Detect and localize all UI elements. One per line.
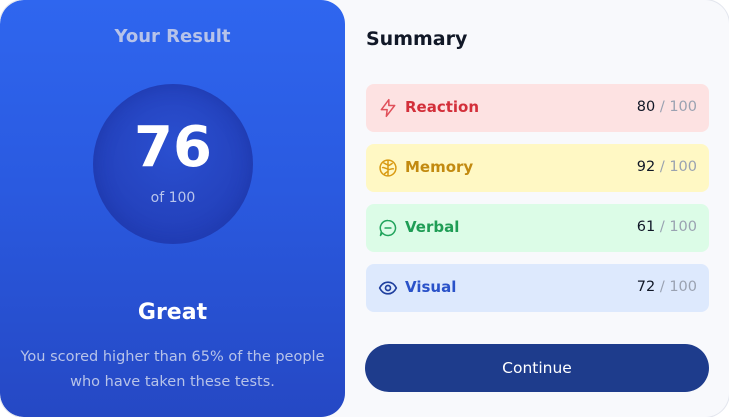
score-value: 76 bbox=[134, 115, 212, 180]
summary-item-score: 92 / 100 bbox=[637, 159, 697, 175]
rating-label: Great bbox=[137, 300, 208, 325]
lightning-icon bbox=[378, 98, 398, 118]
summary-item-verbal: Verbal 61 / 100 bbox=[366, 204, 709, 252]
summary-item-score: 80 / 100 bbox=[637, 99, 697, 115]
score-value: 72 bbox=[636, 279, 656, 295]
score-value: 80 bbox=[636, 99, 656, 115]
score-circle: 76 of 100 bbox=[93, 84, 253, 244]
results-card: Your Result 76 of 100 Great You scored h… bbox=[0, 0, 729, 417]
rating-description: You scored higher than 65% of the people… bbox=[20, 349, 325, 390]
summary-item-memory: Memory 92 / 100 bbox=[366, 144, 709, 192]
eye-icon bbox=[378, 278, 398, 298]
result-panel: Your Result 76 of 100 Great You scored h… bbox=[0, 0, 345, 417]
score-value: 92 bbox=[636, 159, 656, 175]
summary-item-score: 61 / 100 bbox=[637, 219, 697, 235]
summary-item-label: Memory bbox=[405, 158, 474, 176]
score-max: / 100 bbox=[659, 279, 697, 295]
summary-item-score: 72 / 100 bbox=[637, 279, 697, 295]
score-value: 61 bbox=[636, 219, 656, 235]
summary-item-label: Visual bbox=[405, 278, 457, 296]
summary-title: Summary bbox=[366, 28, 468, 50]
summary-item-reaction: Reaction 80 / 100 bbox=[366, 84, 709, 132]
brain-icon bbox=[378, 158, 398, 178]
score-max: / 100 bbox=[659, 99, 697, 115]
summary-item-label: Reaction bbox=[405, 98, 480, 116]
score-max: / 100 bbox=[659, 159, 697, 175]
score-max-label: of 100 bbox=[150, 190, 196, 206]
summary-item-label: Verbal bbox=[405, 218, 460, 236]
continue-button[interactable]: Continue bbox=[365, 344, 709, 392]
score-max: / 100 bbox=[659, 219, 697, 235]
summary-item-visual: Visual 72 / 100 bbox=[366, 264, 709, 312]
result-title: Your Result bbox=[114, 26, 231, 47]
chat-bubble-icon bbox=[378, 218, 398, 238]
